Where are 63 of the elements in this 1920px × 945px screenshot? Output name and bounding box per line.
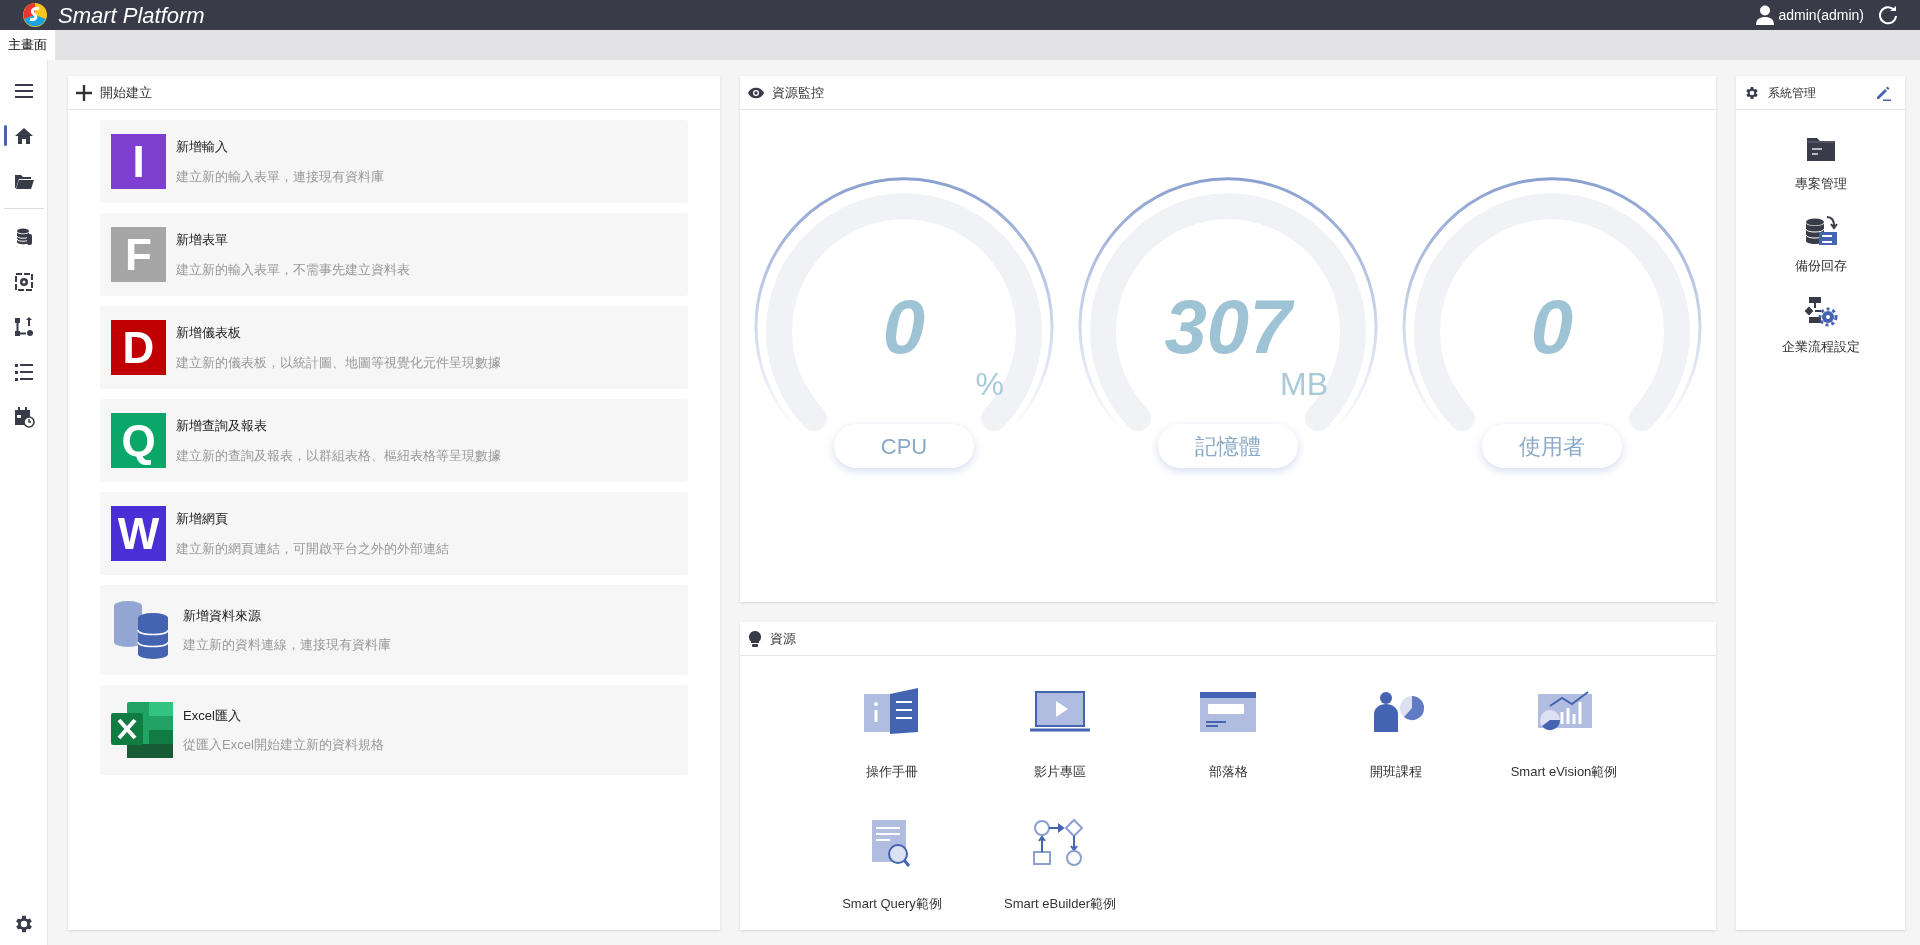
card-description: 從匯入Excel開始建立新的資料規格 [183,736,384,754]
resource-link[interactable]: 部落格 [1208,762,1248,782]
edit-icon[interactable] [1875,84,1891,101]
plus-icon[interactable] [76,84,92,101]
gauge-unit: % [975,365,1004,404]
card-title: 新增儀表板 [176,324,242,342]
spreadsheet-icon [111,702,173,758]
letter-icon: W [111,506,166,561]
create-card[interactable]: Excel匯入 從匯入Excel開始建立新的資料規格 [100,685,688,775]
app-title: Smart Platform [58,1,205,30]
gauge-label: CPU [834,424,974,468]
create-card[interactable]: F 新增表單 建立新的輸入表單，不需事先建立資料表 [100,213,688,296]
card-title: 新增資料來源 [183,606,262,625]
card-description: 建立新的資料連線，連接現有資料庫 [183,636,391,654]
card-title: 新增網頁 [176,510,229,528]
create-card[interactable]: 新增資料來源 建立新的資料連線，連接現有資料庫 [100,585,688,675]
gauge-unit: MB [1280,365,1328,404]
panel-title: 開始建立 [100,83,152,102]
user-icon [1756,5,1775,25]
create-card[interactable]: I 新增輸入 建立新的輸入表單，連接現有資料庫 [100,120,688,203]
lightbulb-icon [748,630,762,647]
create-card[interactable]: Q 新增查詢及報表 建立新的查詢及報表，以群組表格、樞紐表格等呈現數據 [100,399,688,482]
resource-link[interactable]: 開班課程 [1370,762,1422,782]
resource-link[interactable]: 影片專區 [1034,762,1086,782]
panel-title: 資源 [770,629,796,648]
card-description: 建立新的網頁連結，可開啟平台之外的外部連結 [176,539,449,558]
resource-link[interactable]: 操作手冊 [866,762,918,782]
letter-icon: D [111,320,166,375]
letter-icon: F [111,227,166,282]
card-title: 新增表單 [176,231,229,249]
resource-link[interactable]: Smart Query範例 [842,894,942,914]
card-title: 新增查詢及報表 [176,417,268,435]
create-card[interactable]: D 新增儀表板 建立新的儀表板，以統計圖、地圖等視覺化元件呈現數據 [100,306,688,389]
card-description: 建立新的輸入表單，連接現有資料庫 [176,167,384,186]
gauge-label: 記憶體 [1158,424,1298,468]
card-description: 建立新的查詢及報表，以群組表格、樞紐表格等呈現數據 [176,446,501,465]
user-name[interactable]: admin(admin) [1778,4,1864,26]
panel-title: 系統管理 [1768,84,1816,102]
calendar-icon[interactable] [12,405,35,428]
card-description: 建立新的輸入表單，不需事先建立資料表 [176,260,410,279]
gauge-value: 0 [881,283,927,371]
gauge-label: 使用者 [1482,424,1622,468]
gauge-value: 0 [1529,283,1575,371]
gear-box-icon[interactable] [12,270,35,293]
letter-icon: I [111,134,166,189]
gear-icon [1744,84,1760,101]
system-link[interactable]: 專案管理 [1794,174,1847,194]
create-card[interactable]: W 新增網頁 建立新的網頁連結，可開啟平台之外的外部連結 [100,492,688,575]
resource-link[interactable]: Smart eVision範例 [1510,762,1618,782]
panel-title: 資源監控 [772,83,824,102]
card-title: Excel匯入 [183,706,242,725]
letter-icon: Q [111,413,166,468]
card-title: 新增輸入 [176,138,229,156]
card-description: 建立新的儀表板，以統計圖、地圖等視覺化元件呈現數據 [176,353,501,372]
workflow-gear-icon[interactable] [1802,295,1839,329]
system-link[interactable]: 企業流程設定 [1781,337,1860,357]
tab[interactable]: 主畫面 [0,30,55,60]
resource-link[interactable]: Smart eBuilder範例 [1004,894,1116,914]
eye-icon [748,86,764,99]
system-link[interactable]: 備份回存 [1794,255,1847,275]
refresh-icon[interactable] [1878,5,1898,25]
flow-icon[interactable] [12,315,35,338]
logo-icon [22,2,48,28]
